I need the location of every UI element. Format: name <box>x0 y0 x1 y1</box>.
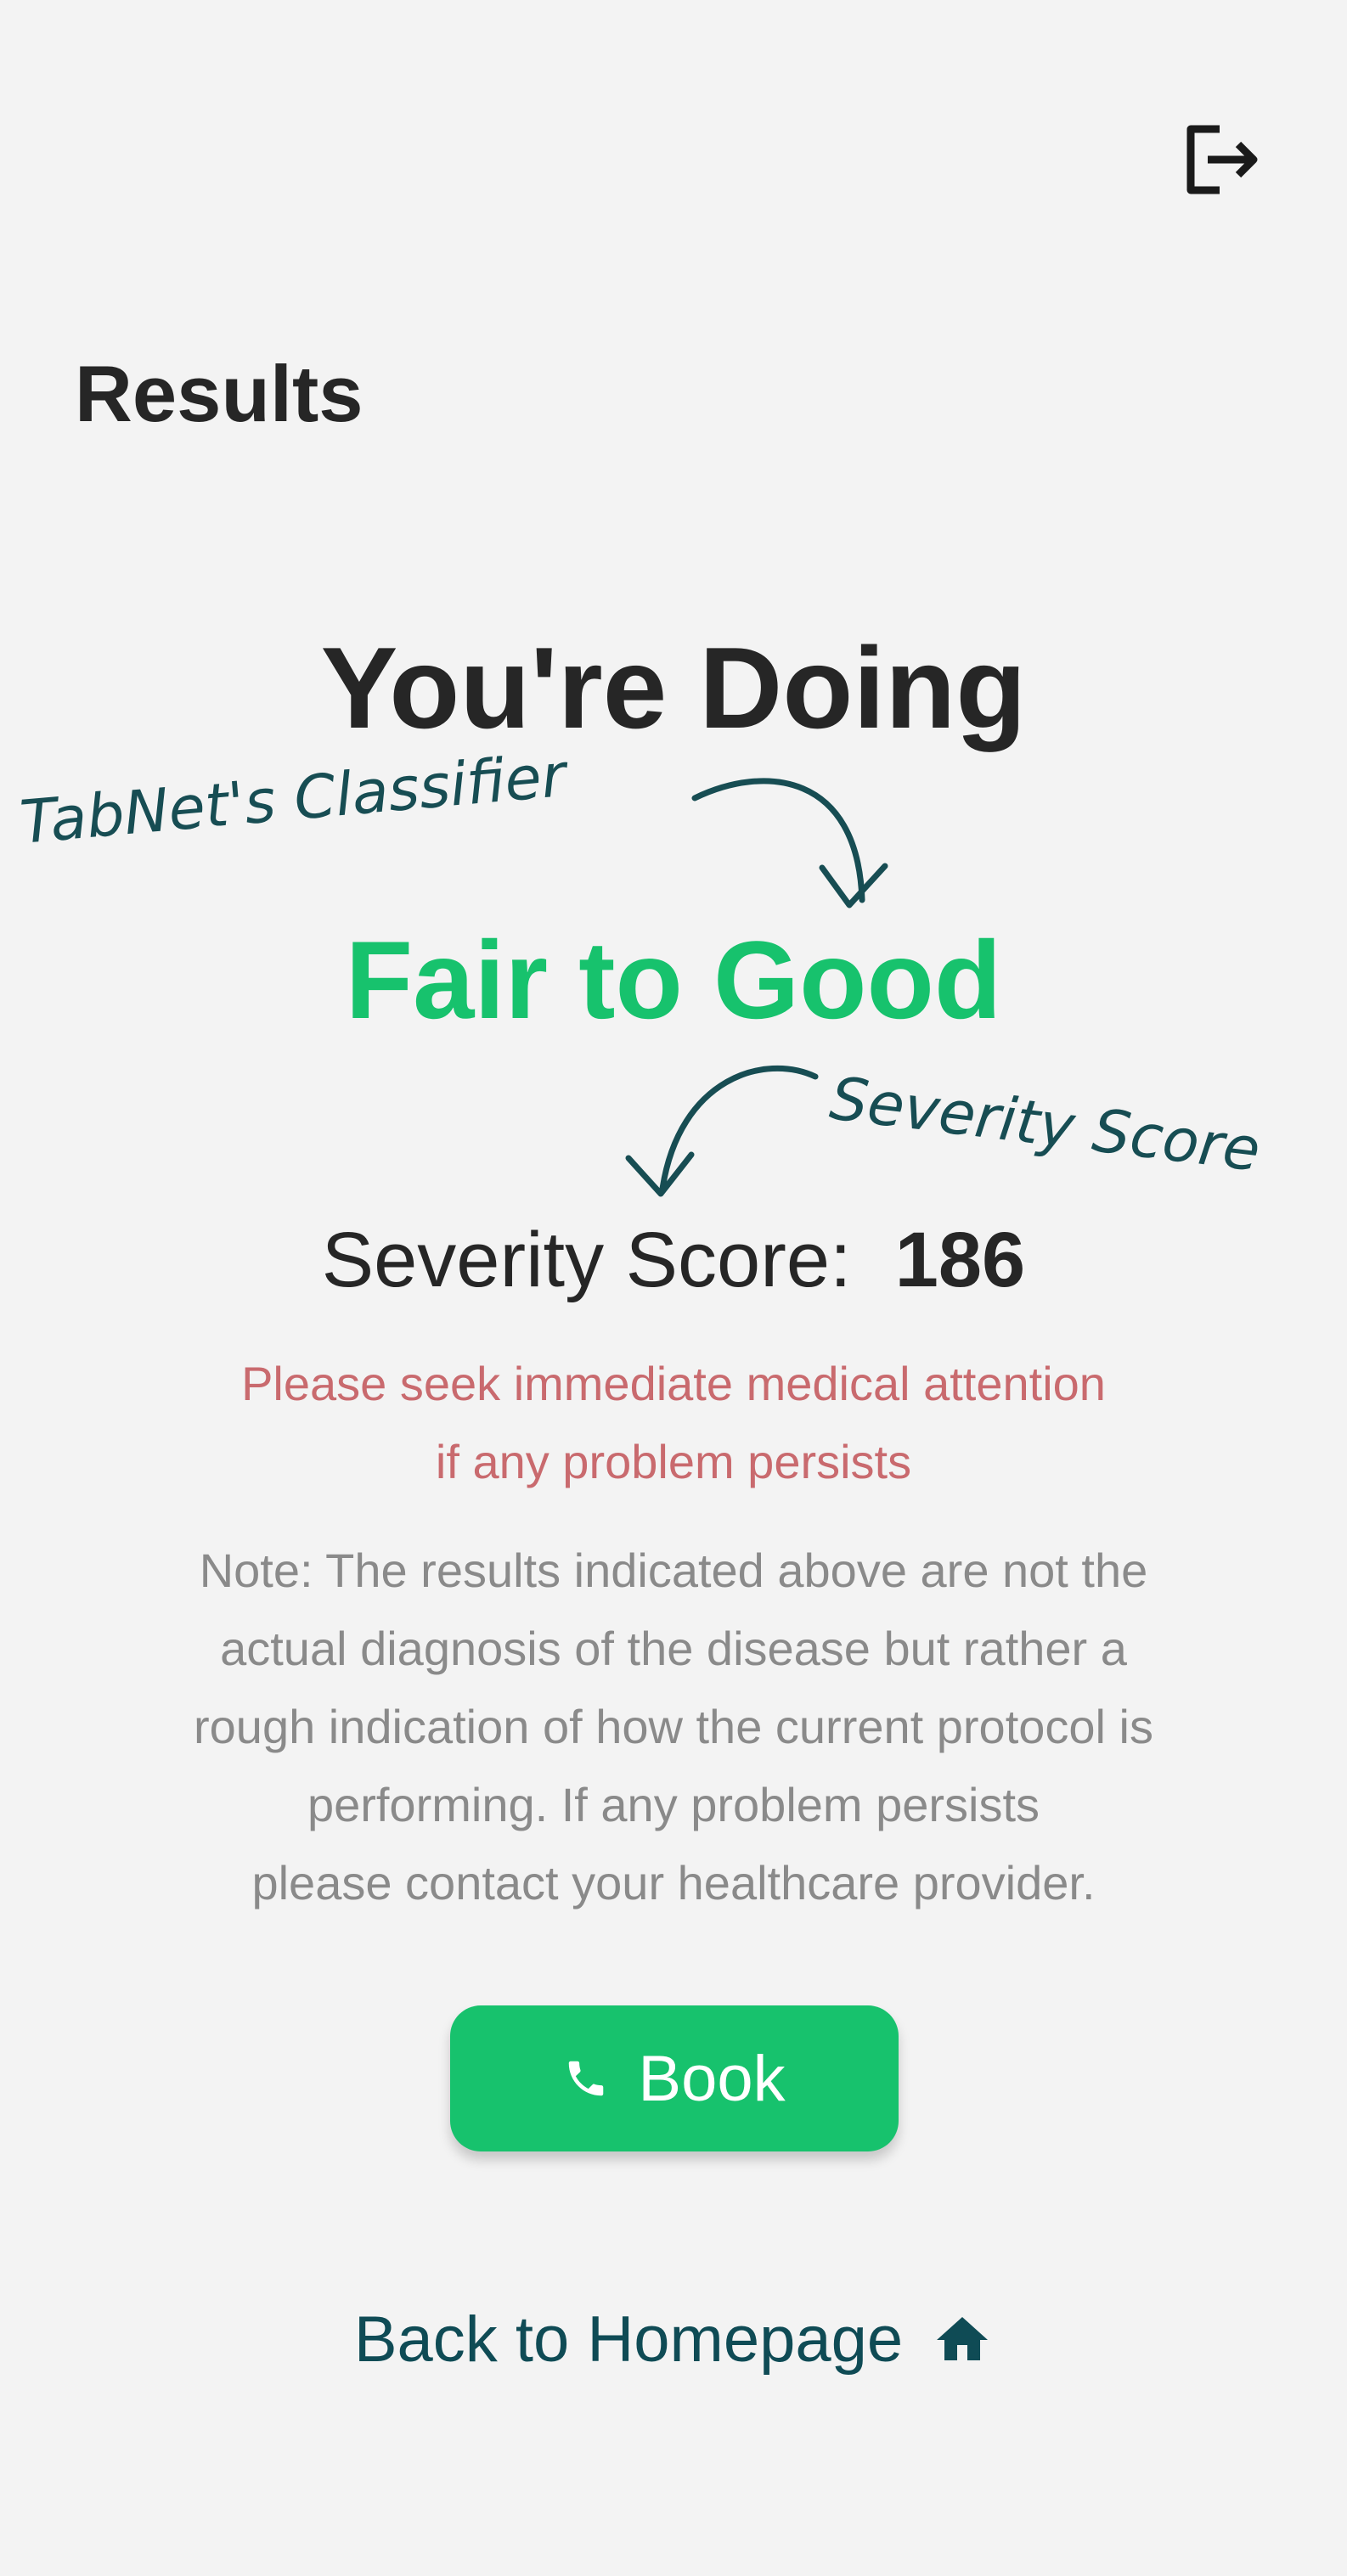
annotation-arrow-severity <box>625 1065 819 1197</box>
